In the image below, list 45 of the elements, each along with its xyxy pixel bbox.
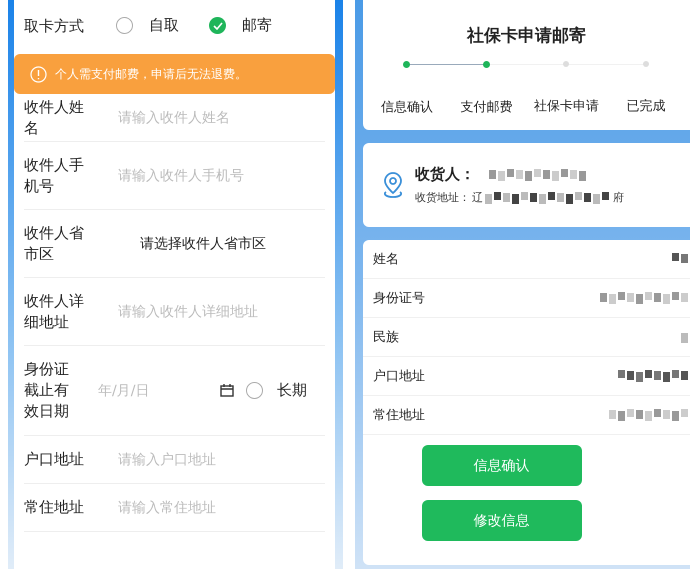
field-label: 收件人省市区 (24, 222, 85, 264)
info-label: 户口地址 (373, 368, 425, 385)
field-label: 收件人手机号 (24, 154, 85, 196)
radio-button[interactable] (116, 17, 133, 34)
field-label: 户口地址 (24, 449, 85, 470)
text-field[interactable]: 请输入收件人详细地址 (116, 302, 325, 320)
info-label: 常住地址 (373, 407, 425, 424)
location-pin-icon (381, 171, 405, 199)
action-button[interactable]: 信息确认 (422, 445, 582, 486)
radio-button[interactable] (246, 382, 263, 399)
info-label: 身份证号 (373, 290, 425, 307)
step-label: 社保卡申请 (534, 98, 599, 115)
calendar-icon[interactable] (220, 384, 234, 397)
text-field[interactable]: 请输入收件人姓名 (116, 108, 325, 126)
address-start: 辽 (472, 190, 483, 205)
redacted-value-drawing (672, 253, 690, 265)
radio-button[interactable] (209, 17, 226, 34)
field-label: 常住地址 (24, 497, 85, 518)
notice-text: 个人需支付邮费，申请后无法退费。 (55, 66, 247, 82)
text-field[interactable]: 请输入收件人手机号 (116, 166, 325, 184)
field-label: 取卡方式 (24, 16, 85, 37)
field-label: 收件人姓名 (24, 96, 85, 138)
info-label: 姓名 (373, 251, 399, 268)
action-button[interactable]: 修改信息 (422, 500, 582, 541)
step-label: 支付邮费 (460, 99, 513, 116)
field-label: 收件人详细地址 (24, 290, 85, 332)
warning-icon (30, 66, 47, 82)
redacted-value-drawing (681, 331, 690, 343)
info-label: 民族 (373, 329, 399, 346)
option-label: 邮寄 (242, 16, 272, 35)
option-label: 自取 (149, 16, 179, 35)
option-label: 长期 (277, 381, 307, 400)
text-field[interactable]: 请输入常住地址 (116, 498, 325, 516)
step-label: 信息确认 (380, 99, 433, 116)
step-label: 已完成 (626, 98, 666, 115)
address-end: 府 (613, 190, 624, 205)
address-label: 收货地址： (415, 190, 470, 205)
check-icon (212, 22, 222, 30)
receiver-label: 收货人： (415, 165, 475, 184)
page-title: 社保卡申请邮寄 (466, 25, 587, 47)
region-select[interactable]: 请选择收件人省市区 (140, 234, 266, 252)
field-label: 身份证截止有效日期 (24, 359, 70, 422)
date-field[interactable]: 年/月/日 (96, 382, 220, 400)
redacted-value-drawing (618, 370, 690, 382)
text-field[interactable]: 请输入户口地址 (116, 450, 325, 468)
